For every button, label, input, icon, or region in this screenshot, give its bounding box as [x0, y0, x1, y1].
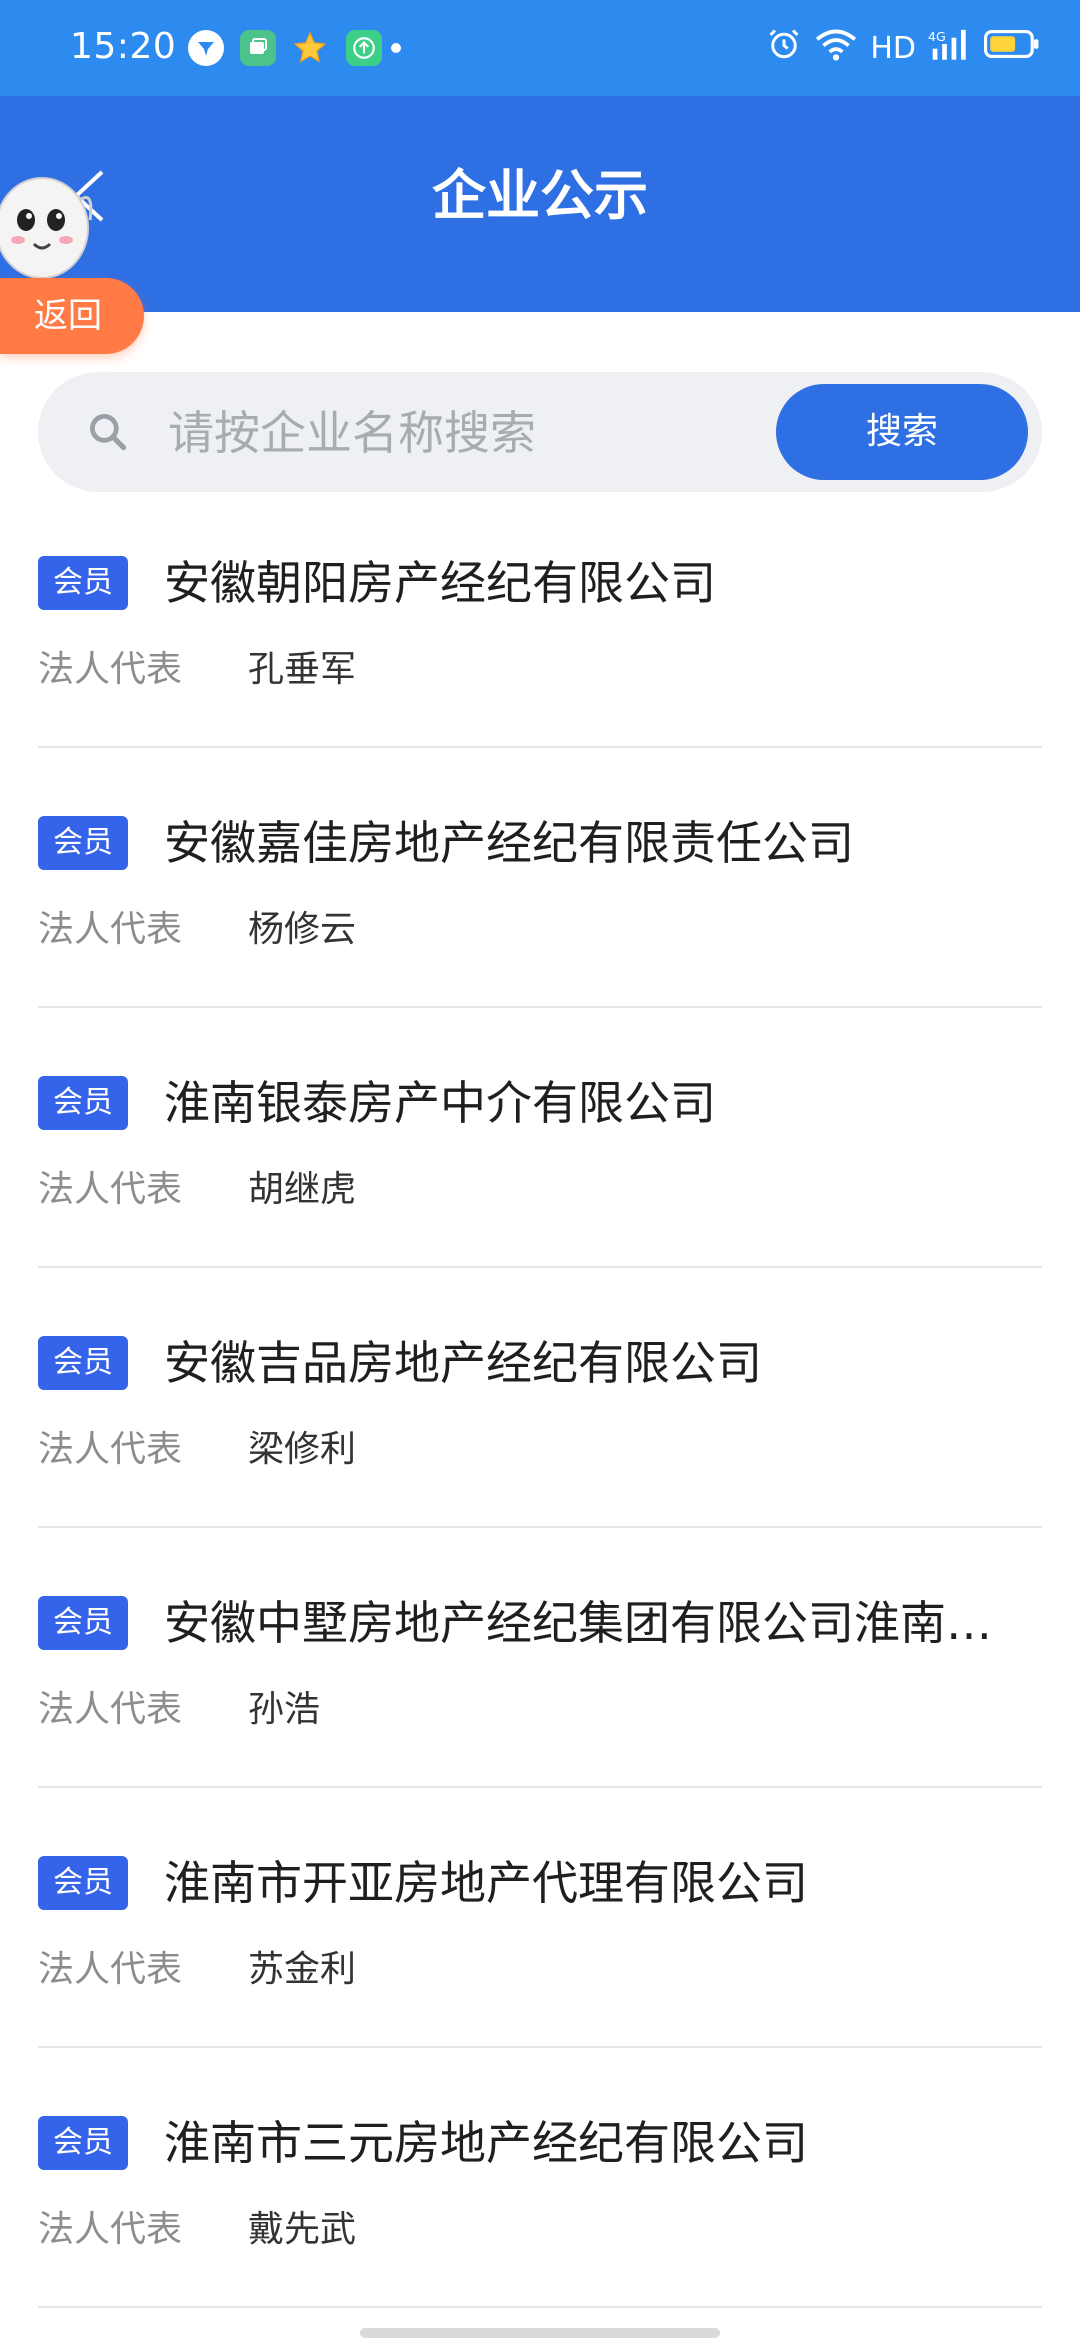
legal-rep-label: 法人代表 [38, 1429, 183, 1470]
message-app-icon [188, 30, 224, 66]
legal-rep-label: 法人代表 [38, 1169, 183, 1210]
legal-rep-name: 孙浩 [248, 1689, 321, 1730]
member-badge: 会员 [38, 556, 128, 610]
dot-icon [388, 30, 404, 66]
list-item[interactable]: 会员 安徽朝阳房产经纪有限公司 法人代表 孔垂军 [38, 488, 1042, 748]
company-name: 安徽吉品房地产经纪有限公司 [164, 1336, 762, 1390]
legal-rep-name: 胡继虎 [248, 1169, 357, 1210]
gallery-app-icon [240, 30, 276, 66]
page-title: 企业公示 [432, 164, 648, 227]
app-header: 企业公示 [0, 96, 1080, 312]
member-badge: 会员 [38, 1856, 128, 1910]
svg-text:4G: 4G [928, 29, 946, 44]
company-name: 安徽嘉佳房地产经纪有限责任公司 [164, 816, 854, 870]
member-badge: 会员 [38, 816, 128, 870]
legal-rep-name: 苏金利 [248, 1949, 357, 1990]
legal-rep-label: 法人代表 [38, 1949, 183, 1990]
search-bar: 搜索 [38, 372, 1042, 492]
list-item[interactable]: 会员 安徽吉品房地产经纪有限公司 法人代表 梁修利 [38, 1268, 1042, 1528]
legal-rep-label: 法人代表 [38, 1689, 183, 1730]
battery-icon [984, 28, 1040, 68]
search-icon [90, 414, 127, 451]
list-item[interactable]: 会员 安徽中墅房地产经纪集团有限公司淮南… 法人代表 孙浩 [38, 1528, 1042, 1788]
member-badge: 会员 [38, 1596, 128, 1650]
legal-rep-name: 戴先武 [248, 2209, 357, 2250]
star-app-icon [292, 30, 328, 66]
legal-rep-label: 法人代表 [38, 2209, 183, 2250]
upload-app-icon [346, 30, 382, 66]
status-bar: 15:20 HD 4G [0, 0, 1080, 96]
list-item[interactable]: 会员 安徽嘉佳房地产经纪有限责任公司 法人代表 杨修云 [38, 748, 1042, 1008]
member-badge: 会员 [38, 2116, 128, 2170]
search-button[interactable]: 搜索 [776, 384, 1028, 480]
company-name: 安徽朝阳房产经纪有限公司 [164, 556, 716, 610]
company-list: 会员 安徽朝阳房产经纪有限公司 法人代表 孔垂军 会员 安徽嘉佳房地产经纪有限责… [38, 488, 1042, 2308]
home-indicator[interactable] [360, 2328, 720, 2338]
network-type: HD [870, 30, 916, 66]
list-item[interactable]: 会员 淮南银泰房产中介有限公司 法人代表 胡继虎 [38, 1008, 1042, 1268]
company-name: 淮南市开亚房地产代理有限公司 [164, 1856, 808, 1910]
legal-rep-name: 杨修云 [248, 909, 357, 950]
legal-rep-name: 孔垂军 [248, 649, 357, 690]
company-name: 安徽中墅房地产经纪集团有限公司淮南… [164, 1596, 992, 1650]
list-item[interactable]: 会员 淮南市开亚房地产代理有限公司 法人代表 苏金利 [38, 1788, 1042, 2048]
company-name: 淮南市三元房地产经纪有限公司 [164, 2116, 808, 2170]
member-badge: 会员 [38, 1336, 128, 1390]
list-item[interactable]: 会员 淮南市三元房地产经纪有限公司 法人代表 戴先武 [38, 2048, 1042, 2308]
wifi-icon [814, 26, 858, 70]
status-right-group: HD 4G [766, 20, 1040, 76]
alarm-icon [766, 26, 802, 70]
status-time: 15:20 [70, 26, 177, 67]
mascot-icon [0, 177, 93, 279]
member-badge: 会员 [38, 1076, 128, 1130]
search-input[interactable] [166, 392, 790, 474]
legal-rep-label: 法人代表 [38, 909, 183, 950]
legal-rep-label: 法人代表 [38, 649, 183, 690]
signal-4g-icon: 4G [928, 26, 972, 70]
legal-rep-name: 梁修利 [248, 1429, 357, 1470]
back-button[interactable]: 返回 [0, 278, 144, 354]
company-name: 淮南银泰房产中介有限公司 [164, 1076, 716, 1130]
